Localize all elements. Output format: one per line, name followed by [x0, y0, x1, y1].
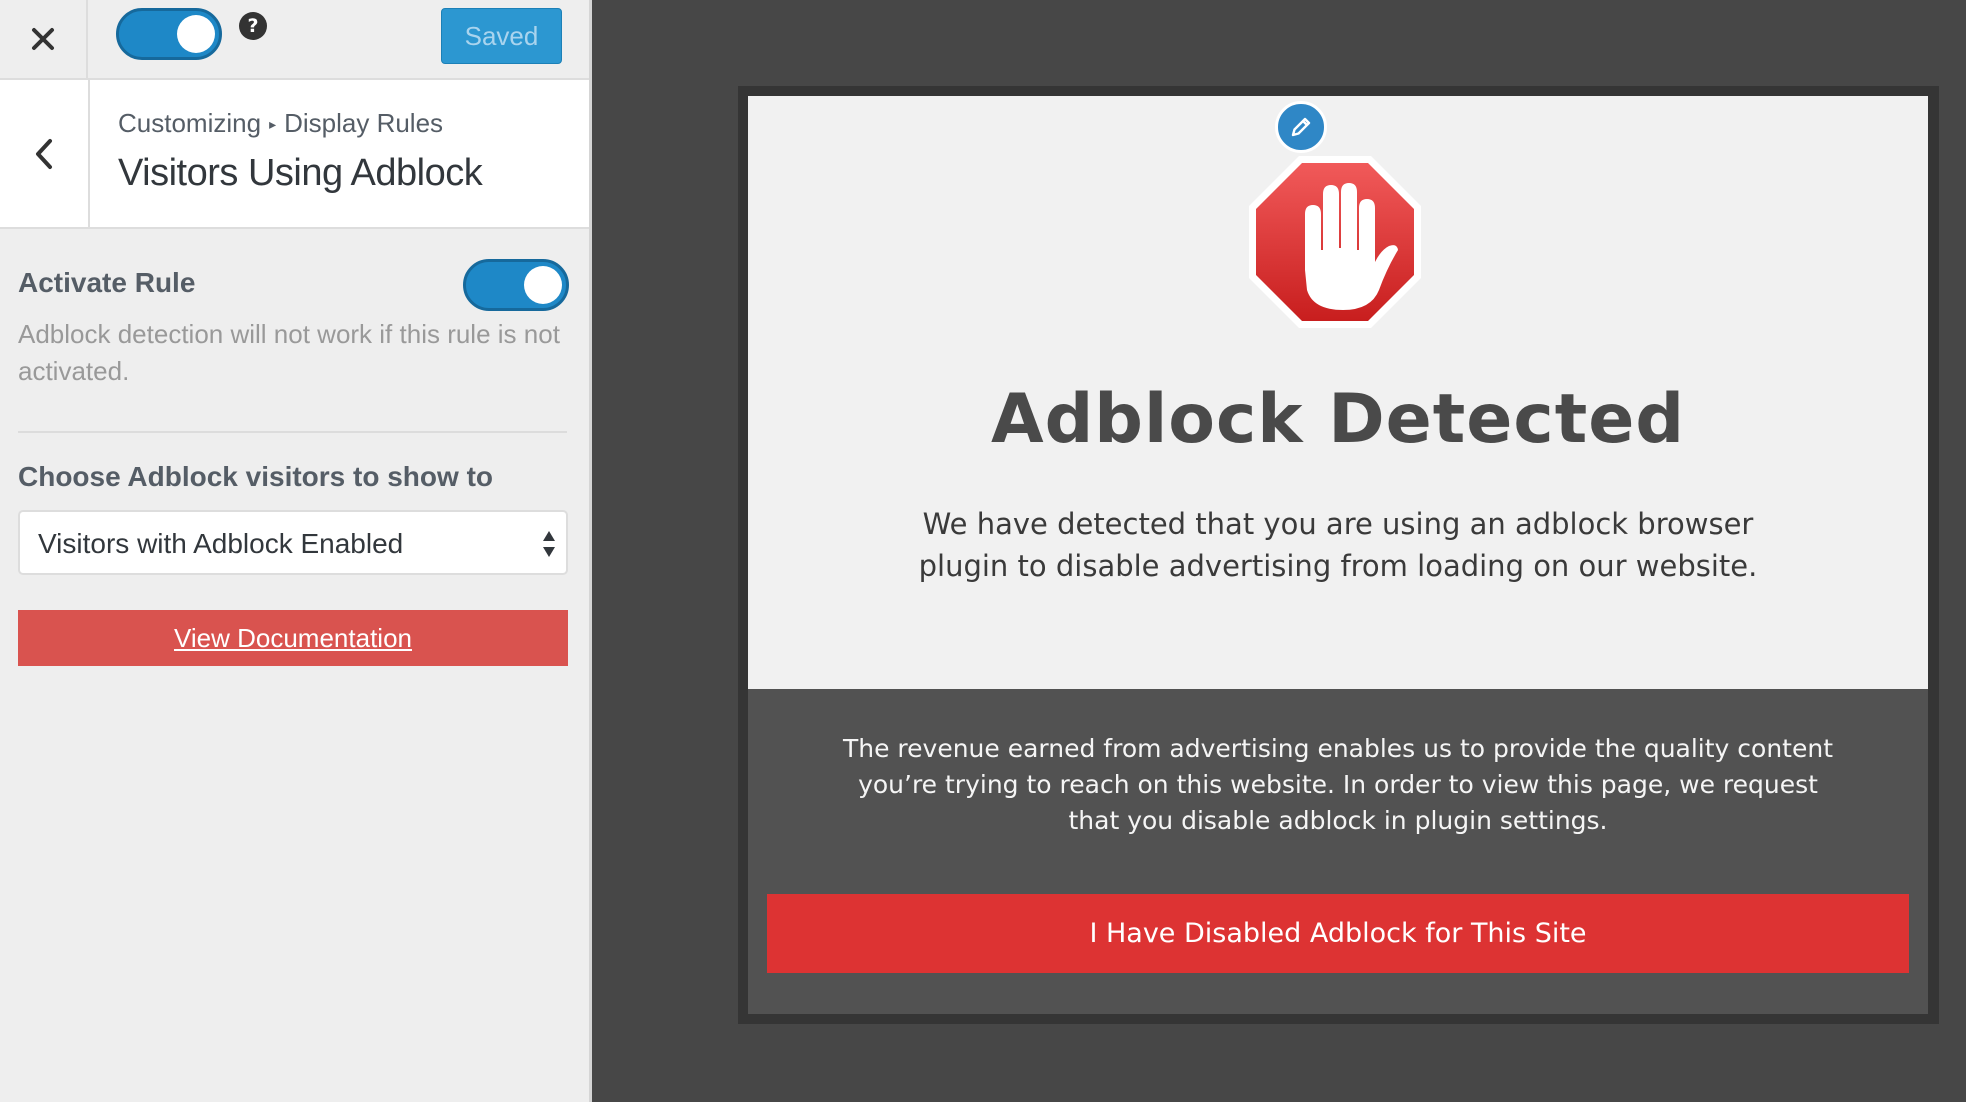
breadcrumb: Customizing ▸ Display Rules [118, 108, 443, 139]
toggle-knob [524, 266, 562, 304]
close-button[interactable] [0, 0, 88, 78]
disabled-adblock-button[interactable]: I Have Disabled Adblock for This Site [767, 894, 1909, 973]
page-title: Visitors Using Adblock [118, 152, 483, 194]
divider [18, 431, 567, 433]
popup-footer-text: The revenue earned from advertising enab… [748, 731, 1928, 839]
customizer-topbar: ? Saved [0, 0, 589, 80]
view-documentation-button[interactable]: View Documentation [18, 610, 568, 666]
visitors-select-label: Choose Adblock visitors to show to [18, 461, 494, 492]
breadcrumb-root: Customizing [118, 108, 262, 138]
popup-description: We have detected that you are using an a… [748, 503, 1928, 587]
visitors-select[interactable]: Visitors with Adblock Enabled [18, 510, 568, 575]
popup-footer-line: The revenue earned from advertising enab… [842, 734, 1834, 763]
customizer-sidebar: ? Saved Customizing ▸ Display Rules Visito… [0, 0, 592, 1102]
chevron-left-icon [36, 138, 52, 169]
edit-popup-button[interactable] [1275, 101, 1327, 153]
popup-description-line: plugin to disable advertising from loadi… [918, 549, 1758, 583]
activate-rule-toggle[interactable] [463, 259, 569, 311]
popup-description-line: We have detected that you are using an a… [922, 507, 1754, 541]
visitors-select-value: Visitors with Adblock Enabled [38, 528, 404, 559]
back-button[interactable] [0, 80, 90, 227]
activate-rule-label: Activate Rule [18, 267, 196, 298]
customizer-window: ? Saved Customizing ▸ Display Rules Visito… [0, 0, 1966, 1102]
popup-footer-line: that you disable adblock in plugin setti… [1068, 806, 1608, 835]
close-icon [32, 28, 54, 50]
popup-footer-line: you’re trying to reach on this website. … [858, 770, 1818, 799]
popup-footer: The revenue earned from advertising enab… [748, 689, 1928, 1014]
select-arrows-icon [543, 531, 555, 557]
section-header: Customizing ▸ Display Rules Visitors Using… [0, 80, 589, 229]
help-icon[interactable]: ? [239, 12, 267, 40]
toggle-knob [177, 15, 215, 53]
popup-title: Adblock Detected [990, 380, 1685, 459]
popup-status-toggle[interactable] [116, 8, 222, 60]
breadcrumb-separator-icon: ▸ [269, 116, 277, 132]
saved-button[interactable]: Saved [441, 8, 562, 64]
pencil-icon [1291, 117, 1311, 137]
breadcrumb-current: Display Rules [284, 108, 444, 138]
adblock-stop-hand-icon [1249, 156, 1421, 328]
activate-rule-description: Adblock detection will not work if this … [18, 319, 560, 386]
